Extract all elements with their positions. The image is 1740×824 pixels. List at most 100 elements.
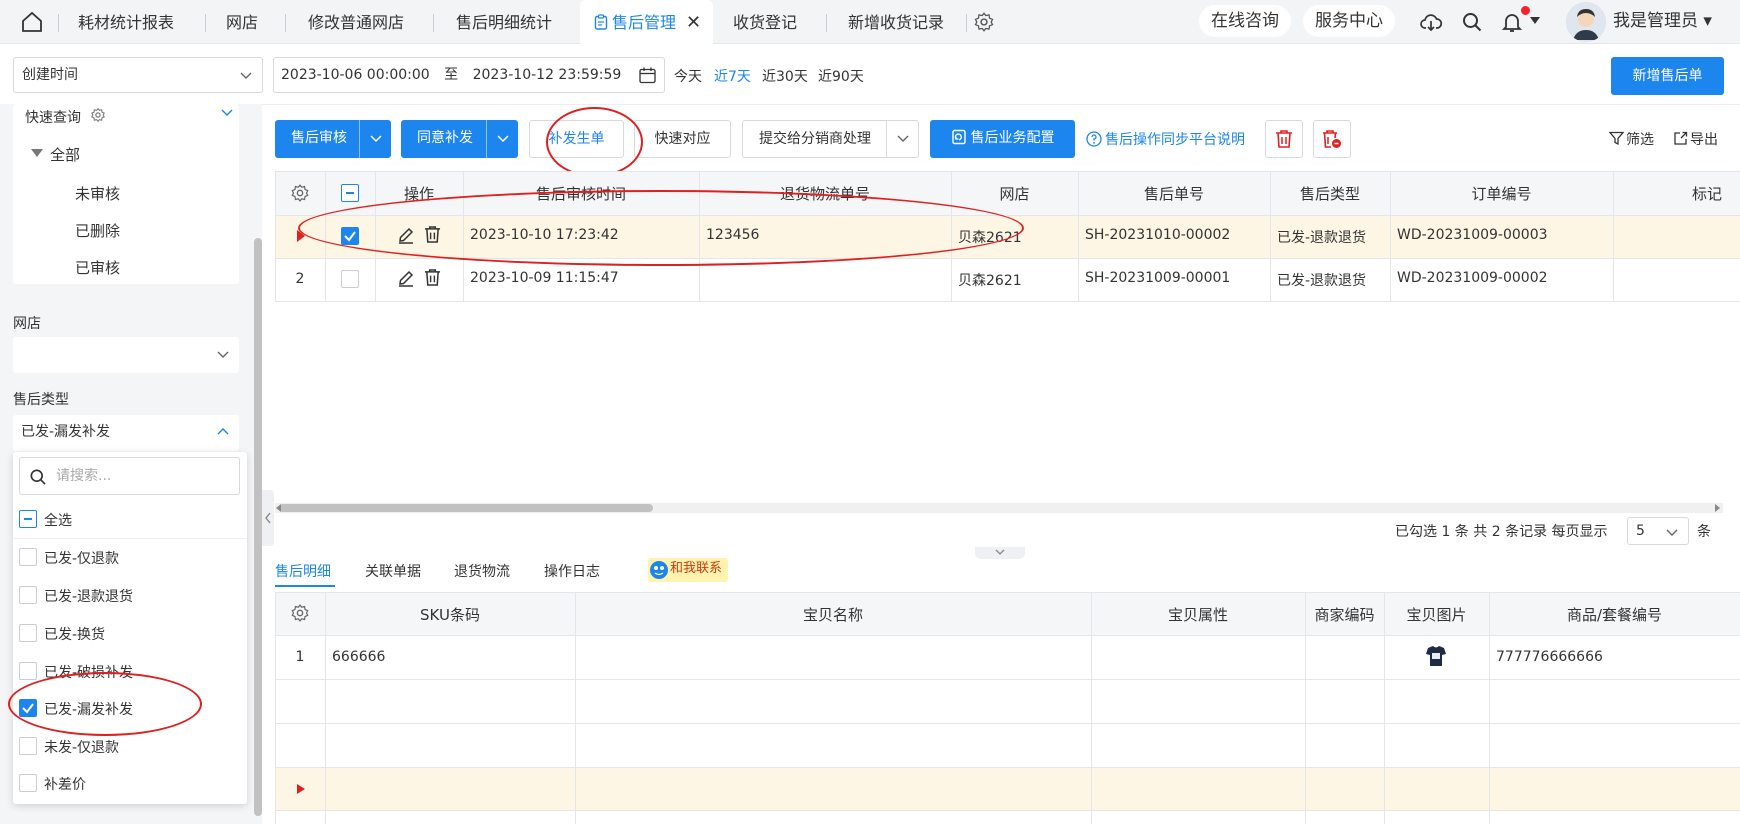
row-checkbox[interactable] bbox=[341, 270, 359, 288]
aftersale-type-select[interactable]: 已发-漏发补发 bbox=[13, 415, 239, 451]
sync-help-link[interactable]: 售后操作同步平台说明 bbox=[1086, 129, 1245, 149]
collapse-sidebar-handle[interactable] bbox=[262, 490, 274, 546]
aftersale-config-button[interactable]: 售后业务配置 bbox=[930, 120, 1075, 158]
service-center-button[interactable]: 服务中心 bbox=[1303, 5, 1395, 37]
filter-button[interactable]: 筛选 bbox=[1608, 129, 1654, 149]
quick-query-label: 快速查询 bbox=[25, 110, 81, 126]
option-shipped-exchange[interactable]: 已发-换货 bbox=[44, 624, 105, 644]
option-price-difference[interactable]: 补差价 bbox=[44, 774, 86, 794]
clothing-thumbnail-icon[interactable] bbox=[1424, 645, 1448, 667]
option-shipped-return-refund[interactable]: 已发-退款退货 bbox=[44, 586, 133, 606]
contact-me-button[interactable]: 和我联系 bbox=[648, 558, 729, 582]
grid-line bbox=[1489, 592, 1490, 824]
scroll-left-icon[interactable] bbox=[276, 504, 282, 512]
tab-aftersale-detail-stats[interactable]: 售后明细统计 bbox=[456, 0, 552, 44]
col-shop[interactable]: 网店 bbox=[951, 183, 1078, 204]
cloud-download-icon[interactable] bbox=[1419, 10, 1443, 34]
col-item-image[interactable]: 宝贝图片 bbox=[1384, 604, 1489, 625]
col-merchant-code[interactable]: 商家编码 bbox=[1305, 604, 1384, 625]
delete-permanent-button[interactable] bbox=[1313, 120, 1351, 158]
date-type-select[interactable]: 创建时间 bbox=[13, 57, 263, 93]
col-item-name[interactable]: 宝贝名称 bbox=[575, 604, 1091, 625]
caret-down-icon[interactable] bbox=[1530, 17, 1540, 25]
option-checkbox[interactable] bbox=[19, 548, 37, 566]
username[interactable]: 我是管理员 ▾ bbox=[1613, 0, 1712, 42]
export-button[interactable]: 导出 bbox=[1673, 129, 1718, 149]
settings-icon[interactable] bbox=[90, 107, 106, 123]
option-checkbox[interactable] bbox=[19, 586, 37, 604]
column-settings-icon[interactable] bbox=[290, 183, 310, 203]
export-icon bbox=[1674, 131, 1688, 145]
col-aftersale-type[interactable]: 售后类型 bbox=[1270, 183, 1390, 204]
submit-distributor-button[interactable]: 提交给分销商处理 bbox=[742, 120, 919, 158]
tab-edit-shop[interactable]: 修改普通网店 bbox=[308, 0, 404, 44]
search-icon[interactable] bbox=[1460, 10, 1484, 34]
col-sku[interactable]: SKU条码 bbox=[325, 604, 575, 625]
trash-icon[interactable] bbox=[424, 268, 441, 287]
option-checkbox[interactable] bbox=[19, 737, 37, 755]
submit-dropdown[interactable] bbox=[886, 121, 918, 157]
tab-receiving-register[interactable]: 收货登记 bbox=[733, 0, 797, 44]
bell-icon[interactable] bbox=[1500, 10, 1524, 34]
agree-dropdown[interactable] bbox=[486, 120, 518, 158]
delete-button[interactable] bbox=[1265, 120, 1303, 158]
tab-consumable-report[interactable]: 耗材统计报表 bbox=[78, 0, 174, 44]
detail-row-current[interactable] bbox=[275, 767, 1740, 810]
option-checkbox[interactable] bbox=[19, 624, 37, 642]
grid-line bbox=[275, 635, 1740, 636]
online-consult-button[interactable]: 在线咨询 bbox=[1199, 5, 1291, 37]
page-size-select[interactable]: 5 bbox=[1627, 517, 1689, 545]
cell-aftersale-no: SH-20231010-00002 bbox=[1085, 227, 1231, 243]
header-select-all-checkbox[interactable] bbox=[341, 184, 359, 202]
option-checkbox[interactable] bbox=[19, 662, 37, 680]
quick-today[interactable]: 今天 bbox=[674, 66, 702, 86]
detail-tab-aftersale-detail[interactable]: 售后明细 bbox=[275, 561, 331, 581]
cell-sku: 666666 bbox=[332, 649, 386, 665]
tab-new-receiving[interactable]: 新增收货记录 bbox=[848, 0, 944, 44]
option-shipped-refund-only[interactable]: 已发-仅退款 bbox=[44, 548, 119, 568]
audit-dropdown[interactable] bbox=[359, 120, 391, 158]
select-all-label[interactable]: 全选 bbox=[44, 510, 72, 530]
tree-item-audited[interactable]: 已审核 bbox=[75, 257, 120, 278]
scroll-right-icon[interactable] bbox=[1715, 504, 1721, 512]
audit-button[interactable]: 售后审核 bbox=[275, 120, 391, 158]
grid-line bbox=[275, 810, 1740, 811]
date-range-picker[interactable]: 2023-10-06 00:00:00 至 2023-10-12 23:59:5… bbox=[273, 57, 665, 93]
option-checkbox[interactable] bbox=[19, 774, 37, 792]
panel-splitter-handle[interactable] bbox=[975, 547, 1025, 559]
quick-7days[interactable]: 近7天 bbox=[714, 66, 751, 86]
detail-tab-operation-log[interactable]: 操作日志 bbox=[544, 561, 600, 581]
detail-tab-return-logistics[interactable]: 退货物流 bbox=[454, 561, 510, 581]
avatar[interactable] bbox=[1566, 2, 1606, 42]
col-item-attr[interactable]: 宝贝属性 bbox=[1091, 604, 1305, 625]
home-icon[interactable] bbox=[20, 10, 44, 34]
agree-reissue-button[interactable]: 同意补发 bbox=[401, 120, 518, 158]
tab-shop[interactable]: 网店 bbox=[226, 0, 258, 44]
quick-30days[interactable]: 近30天 bbox=[762, 66, 808, 86]
option-unshipped-refund-only[interactable]: 未发-仅退款 bbox=[44, 737, 119, 757]
edit-icon[interactable] bbox=[397, 269, 415, 287]
dropdown-search-input[interactable]: 请搜索... bbox=[19, 457, 240, 495]
shop-select[interactable] bbox=[13, 337, 239, 373]
new-aftersale-button[interactable]: 新增售后单 bbox=[1611, 57, 1724, 95]
tree-caret-icon[interactable] bbox=[31, 148, 43, 158]
quick-match-button[interactable]: 快速对应 bbox=[634, 120, 731, 158]
col-mark[interactable]: 标记 bbox=[1692, 183, 1722, 204]
col-order-no[interactable]: 订单编号 bbox=[1390, 183, 1613, 204]
detail-tab-related-docs[interactable]: 关联单据 bbox=[365, 561, 421, 581]
chevron-down-icon[interactable] bbox=[221, 108, 233, 118]
tree-item-deleted[interactable]: 已删除 bbox=[75, 220, 120, 241]
filter-icon bbox=[1608, 131, 1625, 146]
close-icon[interactable]: ✕ bbox=[686, 12, 701, 33]
sidebar-scrollbar[interactable] bbox=[254, 238, 262, 816]
quick-90days[interactable]: 近90天 bbox=[818, 66, 864, 86]
col-aftersale-no[interactable]: 售后单号 bbox=[1078, 183, 1270, 204]
select-all-checkbox[interactable] bbox=[19, 510, 37, 528]
h-scrollbar-thumb[interactable] bbox=[279, 504, 653, 512]
column-settings-icon[interactable] bbox=[290, 603, 310, 623]
tree-item-unaudited[interactable]: 未审核 bbox=[75, 183, 120, 204]
gear-icon[interactable] bbox=[973, 11, 995, 33]
tab-aftersale-management[interactable]: 售后管理 ✕ bbox=[580, 0, 714, 44]
tree-all[interactable]: 全部 bbox=[50, 144, 80, 165]
col-product-code[interactable]: 商品/套餐编号 bbox=[1489, 604, 1740, 625]
